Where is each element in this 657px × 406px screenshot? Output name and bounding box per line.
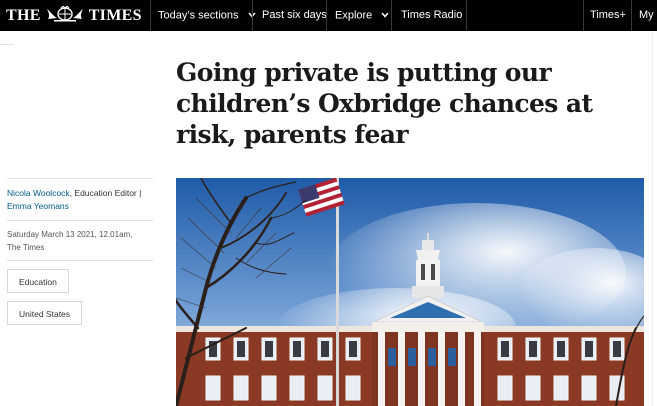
nav-times-radio-label: Times Radio [401, 9, 463, 21]
author-link-nicola-woolcock[interactable]: Nicola Woolcock [7, 188, 70, 198]
nav-todays-sections[interactable]: Today’s sections [158, 0, 256, 31]
divider [0, 44, 14, 45]
author-role: , Education Editor | [69, 188, 142, 198]
nav-times-radio[interactable]: Times Radio [401, 0, 462, 31]
nav-divider [326, 0, 327, 31]
article-headline: Going private is putting our children’s … [176, 58, 593, 149]
nav-my-account[interactable]: My [639, 0, 654, 31]
times-logo[interactable]: THE TIMES [6, 4, 142, 27]
nav-times-plus-label: Times+ [590, 9, 626, 21]
nav-divider [150, 0, 151, 31]
topic-tag-united-states[interactable]: United States [7, 301, 83, 325]
divider [7, 220, 153, 221]
logo-text-left: THE [6, 7, 41, 24]
divider [652, 31, 653, 406]
chevron-down-icon [381, 0, 389, 31]
nav-explore-label: Explore [335, 9, 373, 22]
nav-explore[interactable]: Explore [335, 0, 389, 31]
author-link-emma-yeomans[interactable]: Emma Yeomans [7, 201, 69, 211]
top-navigation-bar: THE TIMES Today’s sections Past six days… [0, 0, 657, 31]
publication-name: The Times [7, 243, 45, 252]
nav-divider [466, 0, 467, 31]
publish-date: Saturday March 13 2021, 12.01am, [7, 230, 133, 239]
nav-divider [583, 0, 584, 31]
nav-past-six-days-label: Past six days [262, 9, 327, 21]
nav-todays-sections-label: Today’s sections [158, 9, 239, 22]
royal-crest-icon [44, 4, 86, 27]
divider [7, 260, 153, 261]
publication-dateline: Saturday March 13 2021, 12.01am, The Tim… [7, 228, 153, 254]
hero-image [176, 178, 644, 406]
nav-past-six-days[interactable]: Past six days [262, 0, 327, 31]
byline: Nicola Woolcock, Education Editor | Emma… [7, 187, 153, 213]
divider [7, 178, 153, 179]
nav-divider [631, 0, 632, 31]
nav-divider [252, 0, 253, 31]
nav-times-plus[interactable]: Times+ [590, 0, 626, 31]
nav-divider [391, 0, 392, 31]
logo-text-right: TIMES [88, 7, 142, 24]
topic-tag-education[interactable]: Education [7, 269, 69, 293]
nav-my-account-label: My [639, 9, 654, 21]
